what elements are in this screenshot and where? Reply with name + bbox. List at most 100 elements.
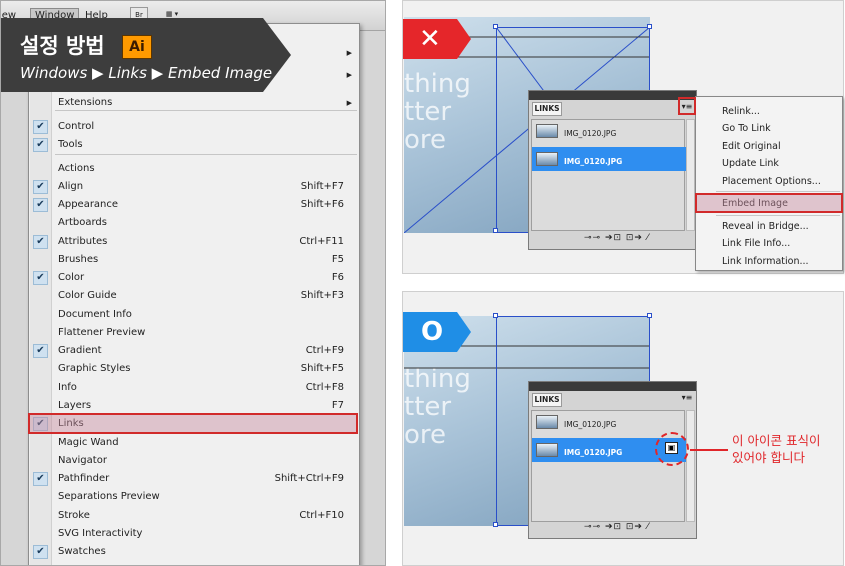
menu-item-swatches[interactable]: ✔ Swatches <box>30 543 358 561</box>
panel-footer-buttons[interactable]: ⊸⊸ ➔⊡ ⊡➔ ⁄ <box>584 522 649 532</box>
instruction-banner: 설정 방법 Ai Windows ▶ Links ▶ Embed Image <box>1 18 291 92</box>
menu-item-edit-original[interactable]: Edit Original <box>722 141 781 152</box>
checkmark-icon: ✔ <box>33 344 48 358</box>
menu-item-stroke[interactable]: Stroke Ctrl+F10 <box>30 507 358 525</box>
menu-item-link-file-info[interactable]: Link File Info... <box>722 238 790 249</box>
menu-item-info[interactable]: Info Ctrl+F8 <box>30 379 358 397</box>
menu-item-gradient[interactable]: ✔ Gradient Ctrl+F9 <box>30 342 358 360</box>
menu-item-go-to-link[interactable]: Go To Link <box>722 123 771 134</box>
link-name: IMG_0120.JPG <box>564 420 617 429</box>
correct-example-panel: thing tter ore O LINKS ▾≡ IMG_0120.JPG I… <box>402 291 844 566</box>
menu-item-control[interactable]: ✔ Control <box>30 118 358 136</box>
tab-links[interactable]: LINKS <box>532 393 562 407</box>
selection-handle[interactable] <box>493 24 498 29</box>
window-dropdown-menu: ▶ ▶ Extensions ▶ ✔ Control ✔ Tools Actions ✔ Align… <box>28 23 360 565</box>
checkmark-icon: ✔ <box>33 120 48 134</box>
x-mark-icon: ✕ <box>419 24 441 54</box>
menu-item-reveal-in-bridge[interactable]: Reveal in Bridge... <box>722 221 809 232</box>
menu-item-relink[interactable]: Relink... <box>722 106 760 117</box>
menu-item-shortcut: Shift+F3 <box>300 290 344 301</box>
menu-item-actions[interactable]: Actions <box>30 160 358 178</box>
selection-handle[interactable] <box>647 24 652 29</box>
link-name: IMG_0120.JPG <box>564 129 617 138</box>
menu-item-color[interactable]: ✔ Color F6 <box>30 269 358 287</box>
checkmark-icon: ✔ <box>33 180 48 194</box>
panel-title-bar[interactable] <box>529 382 696 391</box>
menu-item-color-guide[interactable]: Color Guide Shift+F3 <box>30 287 358 305</box>
menu-item-label: Gradient <box>58 345 102 356</box>
links-list: IMG_0120.JPG IMG_0120.JPG <box>531 119 686 231</box>
menu-item-graphic-styles[interactable]: Graphic Styles Shift+F5 <box>30 360 358 378</box>
menu-item-shortcut: F5 <box>331 254 344 265</box>
selection-handle[interactable] <box>493 228 498 233</box>
panel-footer-buttons[interactable]: ⊸⊸ ➔⊡ ⊡➔ ⁄ <box>584 233 649 243</box>
selection-handle[interactable] <box>647 313 652 318</box>
menu-item-navigator[interactable]: Navigator <box>30 452 358 470</box>
wrong-badge: ✕ <box>403 19 471 59</box>
menu-item-label: Align <box>58 181 84 192</box>
image-thumbnail-icon <box>536 443 558 457</box>
list-item-selected[interactable]: IMG_0120.JPG <box>532 147 686 171</box>
image-thumbnail-icon <box>536 152 558 166</box>
menu-divider <box>55 110 357 111</box>
banner-title: 설정 방법 <box>20 34 105 58</box>
menu-item-align[interactable]: ✔ Align Shift+F7 <box>30 178 358 196</box>
menu-divider <box>716 191 840 192</box>
checkmark-icon: ✔ <box>33 138 48 152</box>
menu-item-attributes[interactable]: ✔ Attributes Ctrl+F11 <box>30 233 358 251</box>
selection-handle[interactable] <box>493 522 498 527</box>
menu-item-shortcut: Shift+F6 <box>300 199 344 210</box>
menu-item-shortcut: Ctrl+F10 <box>299 510 344 521</box>
selection-handle[interactable] <box>493 313 498 318</box>
menu-item-label: Magic Wand <box>58 437 119 448</box>
menu-item-label: Document Info <box>58 309 132 320</box>
image-thumbnail-icon <box>536 415 558 429</box>
menu-item-pathfinder[interactable]: ✔ Pathfinder Shift+Ctrl+F9 <box>30 470 358 488</box>
image-thumbnail-icon <box>536 124 558 138</box>
checkmark-icon: ✔ <box>33 235 48 249</box>
menu-item-label: Info <box>58 382 77 393</box>
panel-menu-highlight-box <box>678 97 696 115</box>
menu-item-appearance[interactable]: ✔ Appearance Shift+F6 <box>30 196 358 214</box>
menu-item-label: Flattener Preview <box>58 327 146 338</box>
menu-item-label: Tools <box>58 139 83 150</box>
link-name: IMG_0120.JPG <box>564 157 623 166</box>
menu-item-update-link[interactable]: Update Link <box>722 158 779 169</box>
menu-item-shortcut: Ctrl+F11 <box>299 236 344 247</box>
submenu-arrow-icon: ▶ <box>346 49 352 57</box>
menu-item-shortcut: Shift+F7 <box>300 181 344 192</box>
embed-image-highlight-box <box>695 193 843 213</box>
menu-item-label: Separations Preview <box>58 491 160 502</box>
menu-item-label: Actions <box>58 163 95 174</box>
menu-item-label: Swatches <box>58 546 106 557</box>
banner-menu-path: Windows ▶ Links ▶ Embed Image <box>20 64 273 82</box>
menu-item-flattener-preview[interactable]: Flattener Preview <box>30 324 358 342</box>
checkmark-icon: ✔ <box>33 198 48 212</box>
menu-item-tools[interactable]: ✔ Tools <box>30 136 358 154</box>
menu-item-link-information[interactable]: Link Information... <box>722 256 809 267</box>
menu-item-shortcut: F6 <box>331 272 344 283</box>
panel-title-bar[interactable] <box>529 91 696 100</box>
menu-item-shortcut: Ctrl+F8 <box>305 382 344 393</box>
links-panel-context-menu: Relink... Go To Link Edit Original Updat… <box>695 96 843 271</box>
menu-item-magic-wand[interactable]: Magic Wand <box>30 434 358 452</box>
menu-item-placement-options[interactable]: Placement Options... <box>722 176 821 187</box>
menu-item-brushes[interactable]: Brushes F5 <box>30 251 358 269</box>
menu-item-label: SVG Interactivity <box>58 528 143 539</box>
links-highlight-box <box>28 413 358 434</box>
menu-item-label: Artboards <box>58 217 107 228</box>
menu-item-separations-preview[interactable]: Separations Preview <box>30 488 358 506</box>
menu-item-label: Graphic Styles <box>58 363 131 374</box>
menu-item-shortcut: Shift+Ctrl+F9 <box>274 473 344 484</box>
submenu-arrow-icon: ▶ <box>346 71 352 79</box>
embedded-image-icon: ▣ <box>665 442 678 454</box>
scrollbar[interactable] <box>686 119 695 231</box>
menu-item-document-info[interactable]: Document Info <box>30 306 358 324</box>
tab-links[interactable]: LINKS <box>532 102 562 116</box>
menu-item-label: Brushes <box>58 254 99 265</box>
menu-item-shortcut: Ctrl+F9 <box>305 345 344 356</box>
menu-item-svg-interactivity[interactable]: SVG Interactivity <box>30 525 358 543</box>
panel-menu-icon[interactable]: ▾≡ <box>681 392 693 405</box>
scrollbar[interactable] <box>686 410 695 522</box>
menu-item-artboards[interactable]: Artboards <box>30 214 358 232</box>
